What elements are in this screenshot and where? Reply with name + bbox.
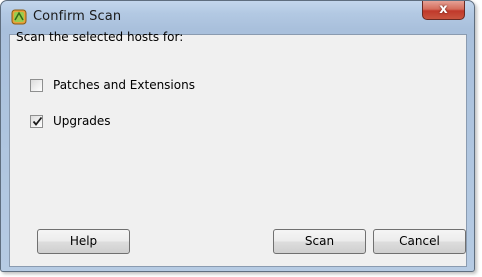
window-title: Confirm Scan [33,9,122,24]
checkmark-icon [32,116,43,126]
app-icon [11,9,27,25]
upgrades-checkbox[interactable] [30,115,43,128]
cancel-button[interactable]: Cancel [373,229,466,254]
patches-label[interactable]: Patches and Extensions [53,78,195,92]
dialog-heading: Scan the selected hosts for: [16,30,184,44]
scan-button[interactable]: Scan [273,229,366,254]
close-button[interactable]: x [422,1,465,20]
upgrades-label[interactable]: Upgrades [53,114,111,128]
help-button[interactable]: Help [37,229,130,254]
close-icon: x [439,2,448,17]
title-bar[interactable]: Confirm Scan x [1,1,474,33]
patches-checkbox[interactable] [30,79,43,92]
